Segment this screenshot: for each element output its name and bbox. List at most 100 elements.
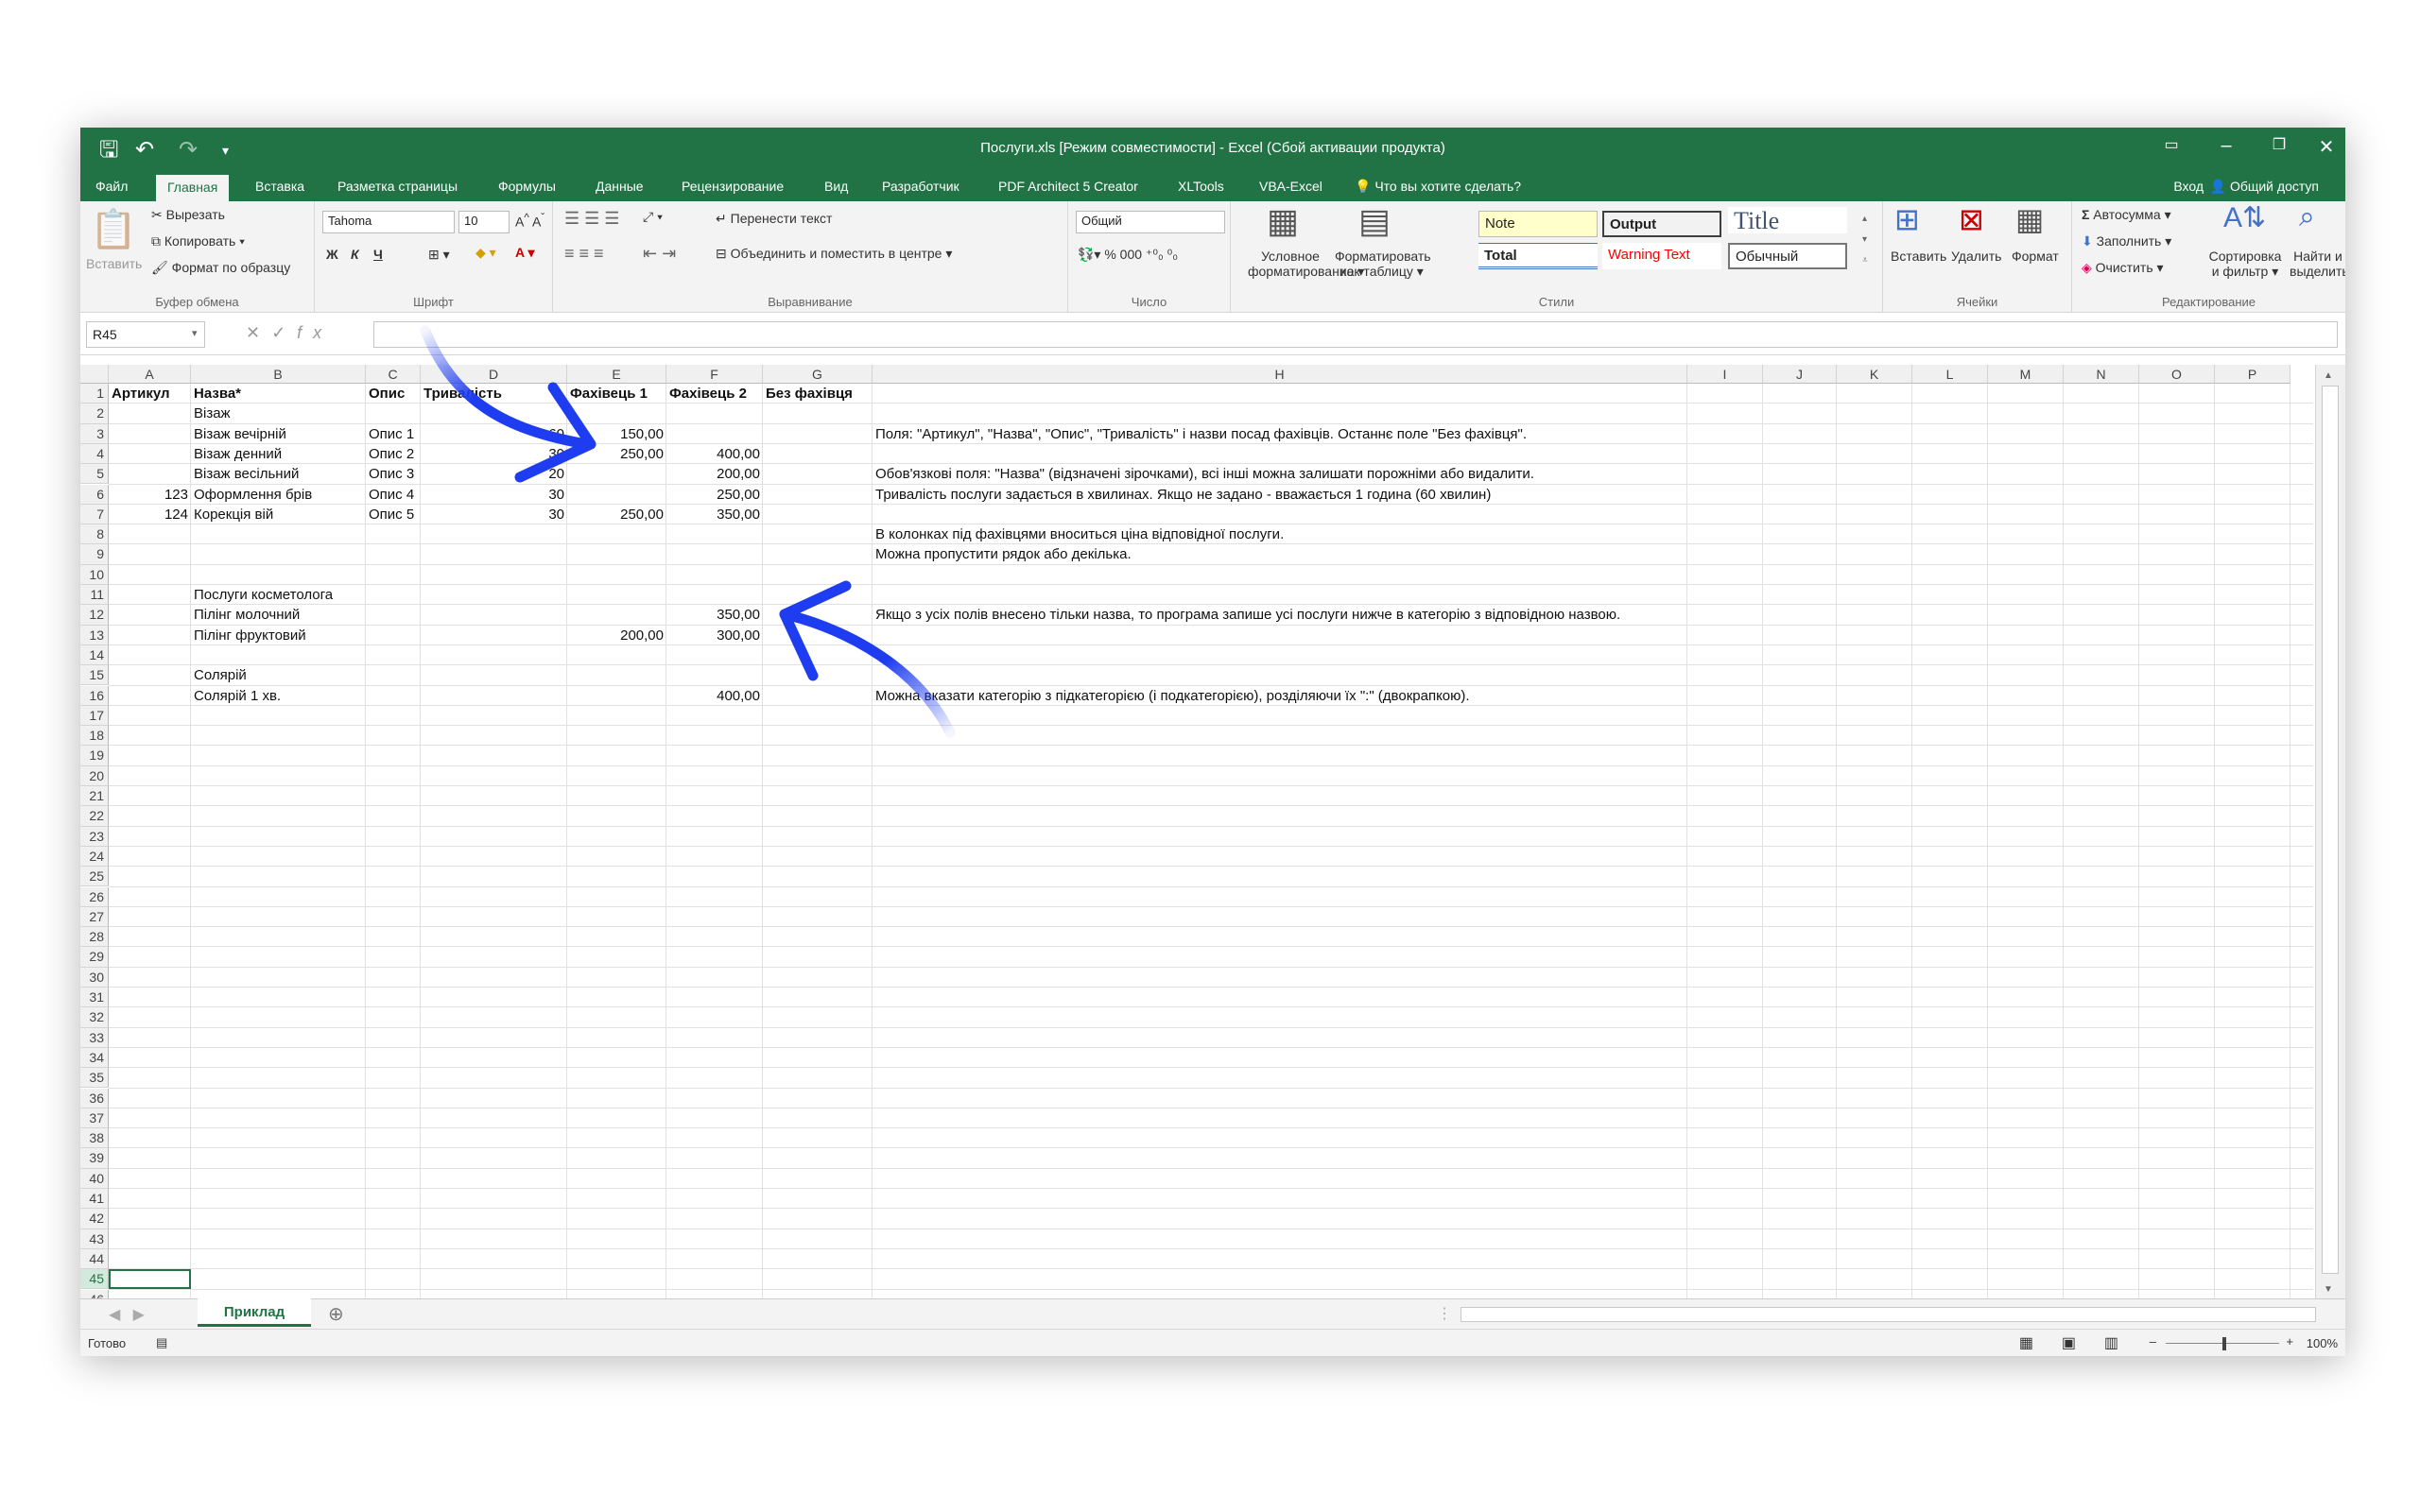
row-header[interactable]: 14 — [80, 644, 109, 666]
sheet-tab-active[interactable]: Приклад — [198, 1298, 311, 1327]
font-color-icon[interactable]: A ▾ — [515, 245, 535, 261]
close-icon[interactable]: ✕ — [2308, 135, 2345, 159]
style-note[interactable]: Note — [1478, 211, 1598, 237]
cell-A1[interactable]: Артикул — [109, 384, 191, 404]
style-total[interactable]: Total — [1478, 243, 1598, 269]
underline-button[interactable]: Ч — [373, 247, 383, 262]
cell-F16[interactable]: 400,00 — [666, 686, 763, 706]
column-header-F[interactable]: F — [666, 365, 763, 384]
row-header[interactable]: 16 — [80, 685, 109, 706]
row-header[interactable]: 42 — [80, 1209, 109, 1229]
borders-icon[interactable]: ⊞ ▾ — [428, 247, 450, 263]
vertical-scrollbar[interactable]: ▲ ▼ — [2315, 365, 2345, 1298]
tab-review[interactable]: Рецензирование — [682, 179, 784, 194]
scroll-thumb[interactable] — [2322, 386, 2339, 1274]
column-header-L[interactable]: L — [1912, 365, 1988, 384]
tab-split-icon[interactable]: ⋮ — [1437, 1304, 1452, 1323]
column-header-K[interactable]: K — [1837, 365, 1912, 384]
cell-F5[interactable]: 200,00 — [666, 464, 763, 484]
row-header[interactable]: 44 — [80, 1248, 109, 1270]
cell-F7[interactable]: 350,00 — [666, 505, 763, 524]
row-header[interactable]: 28 — [80, 927, 109, 948]
column-header-E[interactable]: E — [567, 365, 666, 384]
cell-G1[interactable]: Без фахівця — [763, 384, 873, 404]
cell-D3[interactable]: 60 — [421, 424, 567, 444]
scroll-down-icon[interactable]: ▼ — [2324, 1284, 2333, 1295]
style-title[interactable]: Title — [1728, 207, 1847, 234]
formula-buttons[interactable]: ✕✓fx — [246, 323, 333, 343]
cell-B4[interactable]: Візаж денний — [191, 444, 366, 464]
grow-font-icon[interactable]: A^ Aˇ — [515, 212, 544, 230]
row-header[interactable]: 3 — [80, 423, 109, 444]
row-header[interactable]: 7 — [80, 504, 109, 525]
cut-button[interactable]: ✂ Вырезать — [151, 207, 225, 223]
cell-E13[interactable]: 200,00 — [567, 626, 666, 645]
ribbon-options-icon[interactable]: ▭ — [2152, 135, 2190, 154]
row-header[interactable]: 5 — [80, 464, 109, 485]
column-header-G[interactable]: G — [763, 365, 873, 384]
cell-B13[interactable]: Пілінг фруктовий — [191, 626, 366, 645]
row-header[interactable]: 40 — [80, 1168, 109, 1189]
autosum-button[interactable]: Σ Автосумма ▾ — [2082, 207, 2171, 223]
row-header[interactable]: 27 — [80, 906, 109, 928]
column-header-D[interactable]: D — [421, 365, 567, 384]
row-header[interactable]: 9 — [80, 544, 109, 565]
format-as-table-button[interactable]: Форматировать как таблицу ▾ — [1335, 249, 1431, 280]
tab-home[interactable]: Главная — [156, 175, 230, 201]
wrap-text-button[interactable]: ↵ Перенести текст — [716, 211, 832, 227]
cell-H5[interactable]: Обов'язкові поля: "Назва" (відзначені зі… — [873, 464, 2196, 484]
row-header[interactable]: 34 — [80, 1047, 109, 1069]
name-box[interactable]: R45 — [86, 321, 205, 348]
paste-icon[interactable]: 📋 — [90, 207, 137, 251]
cell-C7[interactable]: Опис 5 — [366, 505, 421, 524]
row-header[interactable]: 4 — [80, 443, 109, 465]
sort-filter-button[interactable]: Сортировка и фильтр ▾ — [2203, 249, 2288, 280]
format-as-table-icon[interactable]: ▤ — [1358, 201, 1391, 241]
row-header[interactable]: 12 — [80, 605, 109, 626]
cell-E7[interactable]: 250,00 — [567, 505, 666, 524]
tab-page-layout[interactable]: Разметка страницы — [337, 179, 458, 194]
cell-B12[interactable]: Пілінг молочний — [191, 605, 366, 625]
paste-button[interactable]: Вставить — [86, 256, 142, 271]
cell-B11[interactable]: Послуги косметолога — [191, 585, 366, 605]
row-header[interactable]: 25 — [80, 867, 109, 887]
cell-C5[interactable]: Опис 3 — [366, 464, 421, 484]
cell-H6[interactable]: Тривалість послуги задається в хвилинах.… — [873, 485, 2196, 505]
cell-C3[interactable]: Опис 1 — [366, 424, 421, 444]
row-header[interactable]: 38 — [80, 1128, 109, 1149]
row-header[interactable]: 1 — [80, 384, 109, 404]
number-format-select[interactable]: Общий — [1076, 211, 1225, 233]
row-header[interactable]: 32 — [80, 1007, 109, 1028]
restore-icon[interactable]: ❐ — [2260, 135, 2298, 154]
cell-D4[interactable]: 30 — [421, 444, 567, 464]
horizontal-align-icons[interactable]: ≡ ≡ ≡ — [564, 244, 604, 264]
number-format-icons[interactable]: 💱▾ % 000 ⁺⁰₀ ⁰₀ — [1078, 247, 1178, 263]
copy-button[interactable]: ⧉ Копировать ▾ — [151, 233, 245, 249]
row-header[interactable]: 30 — [80, 967, 109, 988]
row-header[interactable]: 39 — [80, 1148, 109, 1169]
bold-button[interactable]: Ж — [326, 247, 338, 262]
cell-E4[interactable]: 250,00 — [567, 444, 666, 464]
macro-record-icon[interactable]: ▤ — [156, 1335, 167, 1350]
column-header-I[interactable]: I — [1687, 365, 1763, 384]
row-header[interactable]: 8 — [80, 524, 109, 545]
fill-button[interactable]: ⬇ Заполнить ▾ — [2082, 233, 2171, 249]
column-header-P[interactable]: P — [2215, 365, 2290, 384]
row-header[interactable]: 41 — [80, 1189, 109, 1210]
column-header-H[interactable]: H — [873, 365, 1687, 384]
zoom-in-icon[interactable]: + — [2286, 1334, 2293, 1349]
find-select-button[interactable]: Найти ивыделить ▾ — [2290, 249, 2345, 280]
horizontal-scrollbar[interactable] — [1461, 1307, 2316, 1322]
clear-button[interactable]: ◈ Очистить ▾ — [2082, 260, 2164, 276]
cell-B16[interactable]: Солярій 1 хв. — [191, 686, 366, 706]
zoom-level[interactable]: 100% — [2307, 1336, 2338, 1350]
row-header[interactable]: 43 — [80, 1228, 109, 1249]
format-cells-icon[interactable]: ▦ — [2015, 201, 2044, 237]
worksheet-grid[interactable]: A B C D E F G H I J K L M N O P 1 2 3 4 5 6 7 8 9 10 11 12 13 14 15 16 1… — [80, 365, 2313, 1298]
page-break-view-icon[interactable]: ▥ — [2104, 1333, 2118, 1352]
cell-C4[interactable]: Опис 2 — [366, 444, 421, 464]
sort-filter-icon[interactable]: A⇅ — [2223, 201, 2266, 234]
row-header[interactable]: 31 — [80, 988, 109, 1008]
row-header[interactable]: 37 — [80, 1108, 109, 1129]
cell-B5[interactable]: Візаж весільний — [191, 464, 366, 484]
